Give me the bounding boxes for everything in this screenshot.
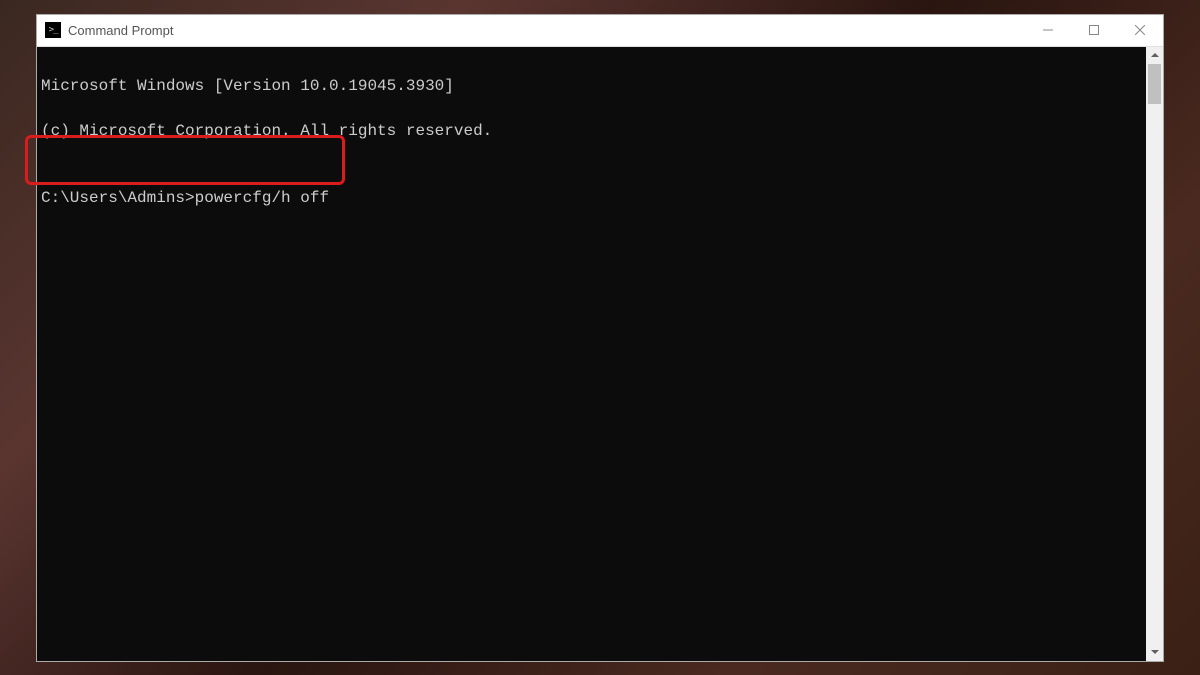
prompt-text: C:\Users\Admins>	[41, 189, 195, 207]
titlebar[interactable]: Command Prompt	[37, 15, 1163, 47]
scrollbar-track[interactable]	[1146, 64, 1163, 644]
copyright-line: (c) Microsoft Corporation. All rights re…	[41, 120, 1146, 142]
version-line: Microsoft Windows [Version 10.0.19045.39…	[41, 75, 1146, 97]
terminal-output[interactable]: Microsoft Windows [Version 10.0.19045.39…	[37, 47, 1146, 661]
scrollbar-down-arrow[interactable]	[1146, 644, 1163, 661]
command-text: powercfg/h off	[195, 189, 329, 207]
terminal-container: Microsoft Windows [Version 10.0.19045.39…	[37, 47, 1163, 661]
window-title: Command Prompt	[68, 23, 1025, 38]
window-controls	[1025, 15, 1163, 46]
vertical-scrollbar[interactable]	[1146, 47, 1163, 661]
scrollbar-up-arrow[interactable]	[1146, 47, 1163, 64]
close-button[interactable]	[1117, 15, 1163, 46]
command-line: C:\Users\Admins>powercfg/h off	[41, 187, 1146, 209]
maximize-button[interactable]	[1071, 15, 1117, 46]
scrollbar-thumb[interactable]	[1148, 64, 1161, 104]
command-prompt-window: Command Prompt Microsoft Windows [Versio…	[36, 14, 1164, 662]
minimize-button[interactable]	[1025, 15, 1071, 46]
cmd-icon	[45, 22, 61, 38]
